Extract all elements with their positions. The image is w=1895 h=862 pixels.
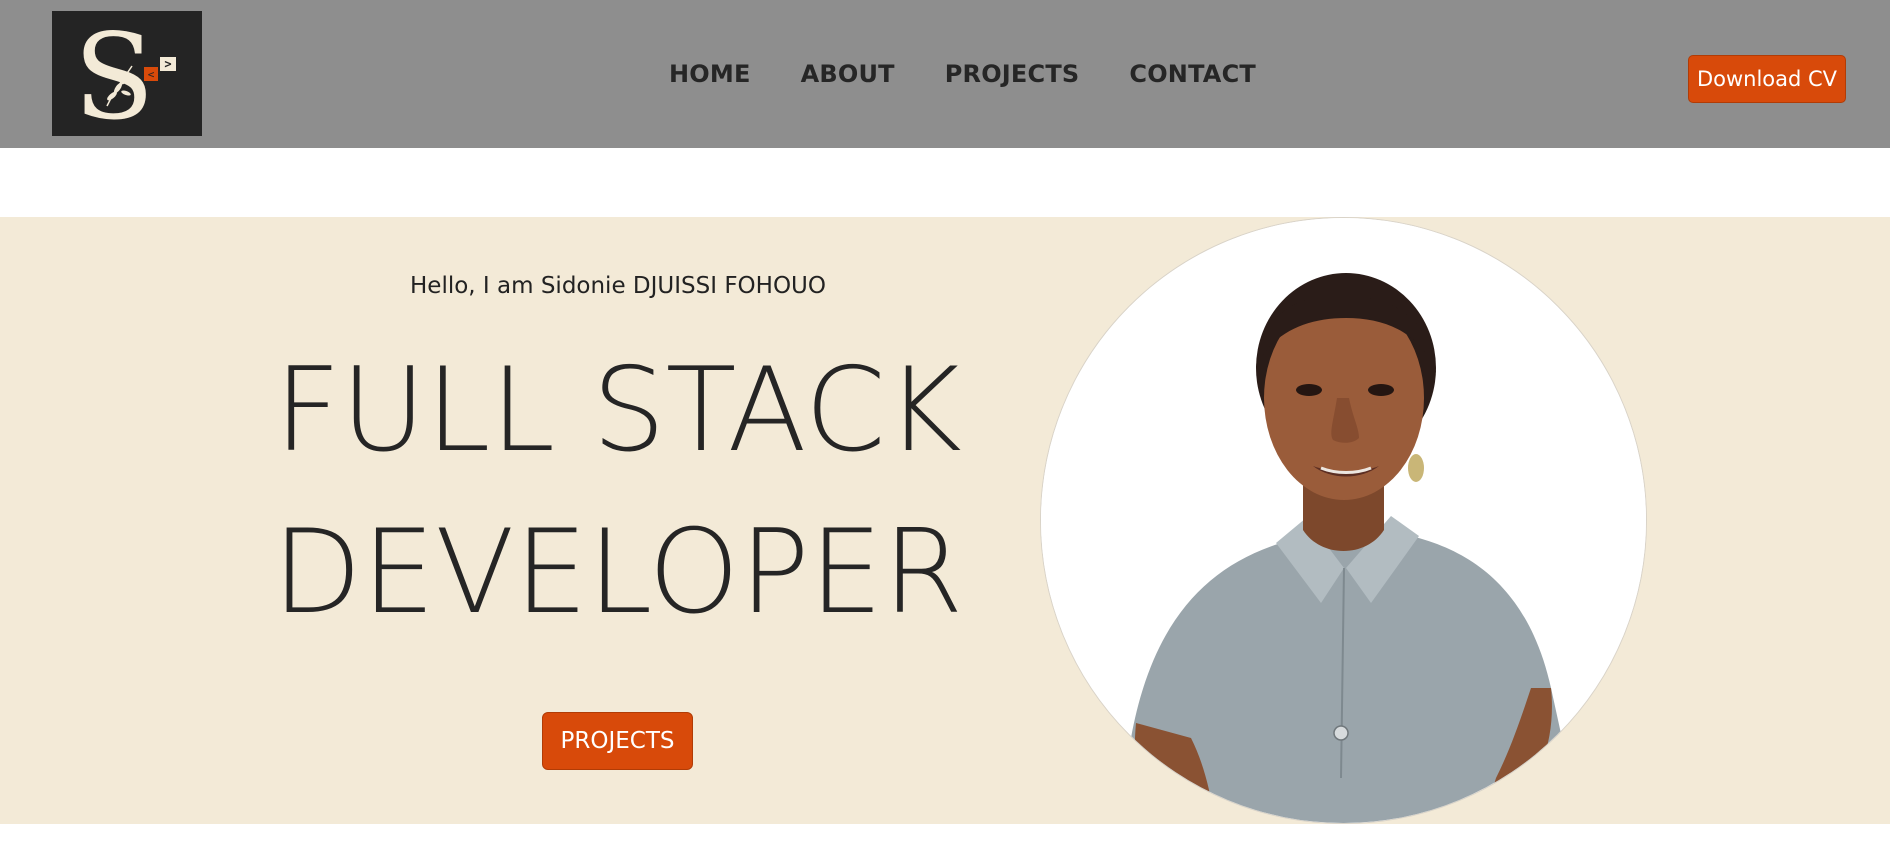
main-nav: HOME ABOUT PROJECTS CONTACT: [669, 54, 1256, 94]
projects-button[interactable]: PROJECTS: [542, 712, 693, 770]
logo-s-code-icon: S < >: [74, 11, 176, 136]
scrollbar-gutter: [1890, 0, 1895, 862]
nav-home[interactable]: HOME: [669, 54, 751, 94]
nav-about[interactable]: ABOUT: [801, 54, 895, 94]
logo-code-glyph: >: [164, 57, 171, 71]
svg-text:<: <: [148, 68, 155, 81]
download-cv-button[interactable]: Download CV: [1688, 55, 1846, 103]
headline-line-1: FULL STACK: [274, 343, 962, 478]
nav-projects[interactable]: PROJECTS: [945, 54, 1080, 94]
profile-photo-illustration: [1041, 218, 1646, 823]
site-header: S < > HOME ABOUT PROJECTS CONTACT Downlo…: [0, 0, 1890, 148]
profile-photo: [1040, 217, 1647, 824]
logo-letter: S: [74, 11, 155, 136]
nav-contact[interactable]: CONTACT: [1129, 54, 1256, 94]
logo[interactable]: S < >: [52, 11, 202, 136]
headline-line-2: DEVELOPER: [272, 505, 964, 640]
hero-greeting: Hello, I am Sidonie DJUISSI FOHOUO: [410, 273, 826, 299]
hero-headline: FULL STACK DEVELOPER: [218, 330, 1018, 654]
